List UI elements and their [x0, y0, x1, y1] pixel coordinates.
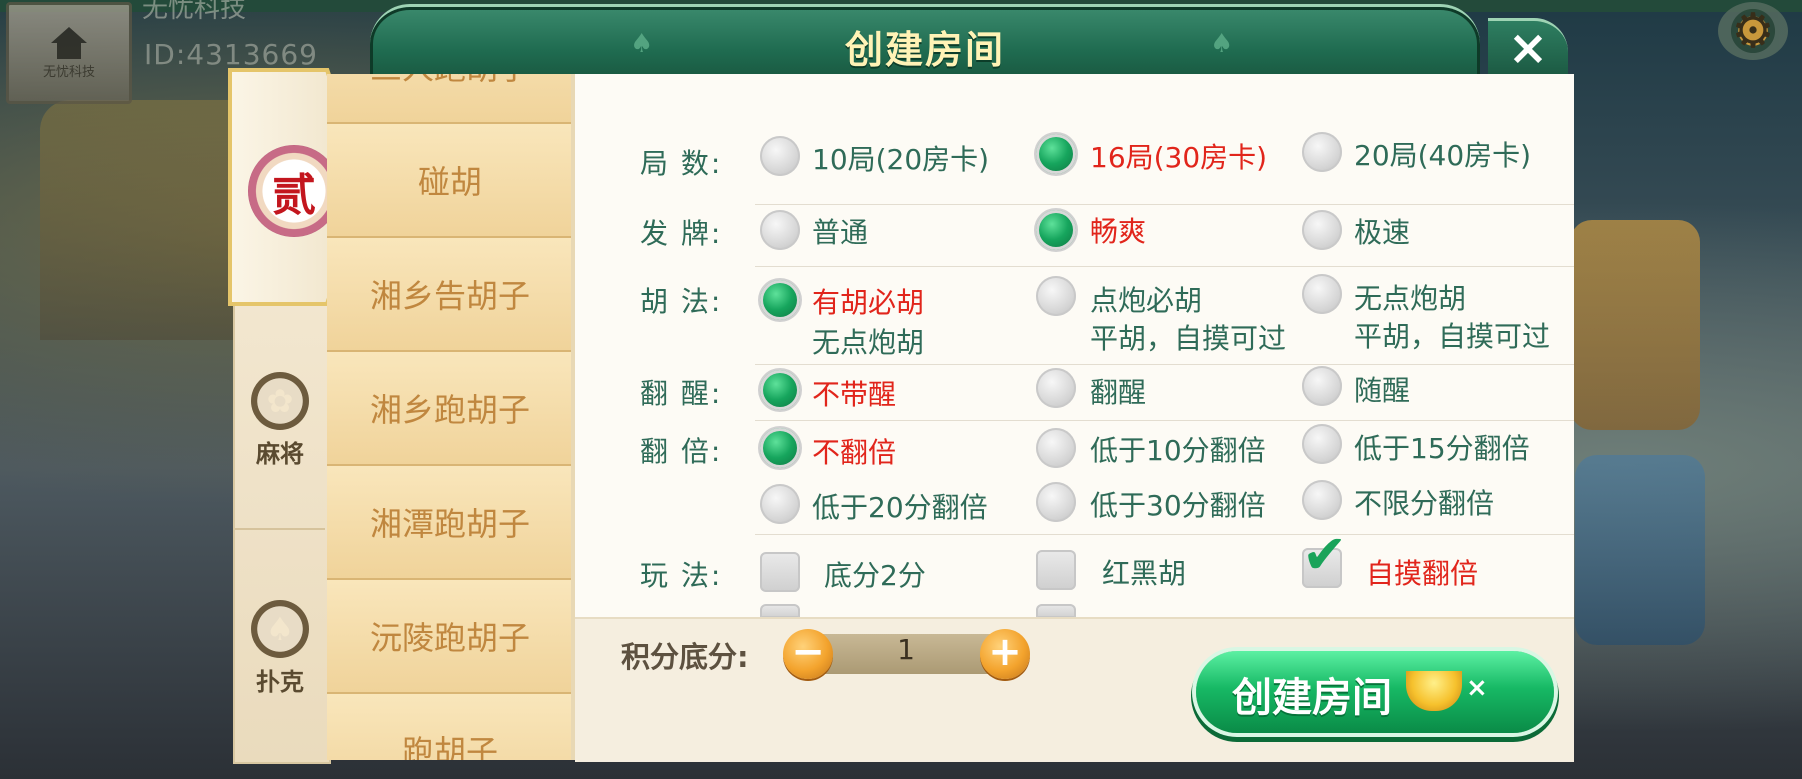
house-icon [49, 26, 89, 61]
checkmark-icon: ✔ [1302, 523, 1348, 586]
row-divider [755, 204, 1574, 205]
user-id: ID:4313669 [144, 38, 318, 71]
logo-text: 无忧科技 [42, 64, 95, 80]
play-option-label: 自摸翻倍 [1366, 557, 1479, 590]
xing-radio-none[interactable] [760, 370, 800, 410]
score-decrease-button[interactable]: − [783, 629, 833, 679]
category-divider [235, 528, 325, 530]
play-checkbox-partial[interactable] [1036, 604, 1076, 618]
deal-label: 发 牌: [640, 217, 723, 250]
game-list-item[interactable]: 湘乡跑胡子 [327, 352, 573, 466]
xing-label: 翻 醒: [640, 377, 723, 410]
score-increase-button[interactable]: + [980, 629, 1030, 679]
mahjong-flower-icon: ✿ [251, 372, 309, 430]
xing-radio-sui[interactable] [1302, 366, 1342, 406]
xing-option-label: 随醒 [1354, 374, 1411, 407]
game-list-item[interactable]: 沅陵跑胡子 [327, 580, 573, 694]
hu-rule-label: 胡 法: [640, 285, 723, 318]
base-score-value: 1 [897, 633, 915, 666]
play-checkbox-partial[interactable] [760, 604, 800, 618]
dialog-title: 创建房间 [844, 28, 1005, 72]
double-option-label: 不翻倍 [812, 436, 897, 469]
xing-option-label: 不带醒 [812, 378, 897, 411]
play-label: 玩 法: [640, 559, 723, 592]
game-list-item[interactable]: 湘潭跑胡子 [327, 466, 573, 580]
deal-option-label: 极速 [1354, 216, 1411, 249]
rounds-radio-16[interactable] [1036, 134, 1076, 174]
deal-radio-smooth[interactable] [1036, 210, 1076, 250]
create-room-button[interactable]: 创建房间 × [1196, 651, 1554, 733]
game-list-item[interactable]: 三人跑胡子 [327, 74, 573, 124]
play-option-label: 红黑胡 [1102, 557, 1187, 590]
game-list-item[interactable]: 跑胡子 [327, 694, 573, 760]
row-divider [755, 534, 1574, 535]
hu-rule-option-line1: 无点炮胡 [1354, 282, 1467, 315]
close-button[interactable]: × [1488, 18, 1568, 75]
double-option-label: 不限分翻倍 [1354, 487, 1495, 520]
row-divider [755, 420, 1574, 421]
double-radio-30[interactable] [1036, 482, 1076, 522]
hu-rule-option-line2: 平胡，自摸可过 [1354, 320, 1551, 353]
double-label: 翻 倍: [640, 435, 723, 468]
rounds-option-label: 16局(30房卡) [1090, 141, 1268, 174]
xing-option-label: 翻醒 [1090, 376, 1147, 409]
hu-rule-option-line1: 点炮必胡 [1090, 284, 1203, 317]
row-divider [755, 266, 1574, 267]
rounds-radio-20[interactable] [1302, 132, 1342, 172]
hu-rule-radio-3[interactable] [1302, 274, 1342, 314]
rounds-label: 局 数: [640, 147, 723, 180]
deal-option-label: 畅爽 [1090, 215, 1147, 248]
double-option-label: 低于20分翻倍 [812, 491, 988, 524]
row-divider [755, 364, 1574, 365]
double-radio-unlimited[interactable] [1302, 480, 1342, 520]
background-temple-art [40, 100, 260, 340]
hu-rule-radio-1[interactable] [760, 280, 800, 320]
category-label: 扑克 [256, 668, 304, 696]
background-menu-card [1570, 220, 1700, 430]
category-tab-mahjong[interactable]: ✿ 麻将 [240, 372, 320, 469]
settings-gear-icon[interactable]: ⚙ [1718, 2, 1788, 60]
category-tab-poker[interactable]: ♠ 扑克 [240, 600, 320, 697]
deal-option-label: 普通 [812, 216, 869, 249]
rounds-option-label: 10局(20房卡) [812, 143, 990, 176]
background-menu-card [1575, 455, 1705, 645]
hu-rule-radio-2[interactable] [1036, 276, 1076, 316]
company-name: 无忧科技 [142, 0, 247, 24]
play-option-label: 底分2分 [824, 559, 926, 592]
dialog-header: ♠ ♠ 创建房间 [370, 4, 1480, 81]
game-type-list[interactable]: 三人跑胡子 碰胡 湘乡告胡子 湘乡跑胡子 湘潭跑胡子 沅陵跑胡子 跑胡子 [327, 74, 573, 760]
cost-multiplier: × [1466, 673, 1488, 703]
double-radio-20[interactable] [760, 484, 800, 524]
category-label: 麻将 [256, 440, 304, 468]
play-checkbox-base2[interactable] [760, 552, 800, 592]
deal-radio-fast[interactable] [1302, 210, 1342, 250]
double-option-label: 低于10分翻倍 [1090, 434, 1266, 467]
create-room-label: 创建房间 [1232, 675, 1392, 721]
double-option-label: 低于30分翻倍 [1090, 489, 1266, 522]
deal-radio-normal[interactable] [760, 210, 800, 250]
xing-radio-fan[interactable] [1036, 368, 1076, 408]
game-list-item[interactable]: 湘乡告胡子 [327, 238, 573, 352]
hu-rule-option-line1: 有胡必胡 [812, 286, 925, 319]
double-radio-15[interactable] [1302, 424, 1342, 464]
rounds-radio-10[interactable] [760, 136, 800, 176]
double-option-label: 低于15分翻倍 [1354, 432, 1530, 465]
spade-icon: ♠ [251, 600, 309, 658]
rounds-option-label: 20局(40房卡) [1354, 139, 1532, 172]
gold-ingot-icon [1406, 671, 1462, 711]
game-list-item[interactable]: 碰胡 [327, 124, 573, 238]
double-radio-10[interactable] [1036, 428, 1076, 468]
hu-rule-option-line2: 无点炮胡 [812, 326, 925, 359]
play-checkbox-redblack[interactable] [1036, 550, 1076, 590]
double-radio-none[interactable] [760, 428, 800, 468]
company-logo: 无忧科技 [6, 2, 132, 104]
base-score-label: 积分底分: [621, 640, 749, 674]
hu-rule-option-line2: 平胡，自摸可过 [1090, 322, 1287, 355]
